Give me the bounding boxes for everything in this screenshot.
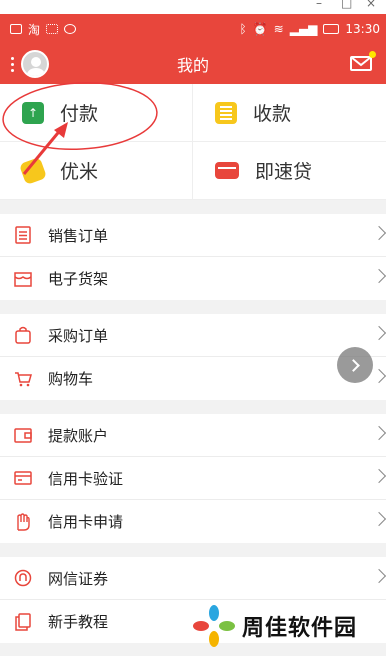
youmi-button[interactable]: 优米 xyxy=(0,142,193,200)
chevron-right-icon xyxy=(371,568,386,584)
list-item-label: 电子货架 xyxy=(48,270,109,288)
page-title: 我的 xyxy=(176,56,209,75)
chevron-right-icon xyxy=(371,511,386,527)
hand-icon xyxy=(14,512,32,531)
mail-icon[interactable] xyxy=(350,51,376,71)
chevron-right-icon xyxy=(371,468,386,484)
chevron-right-icon xyxy=(371,325,386,341)
list-item-withdraw-account[interactable]: 提款账户 xyxy=(0,414,386,457)
list-item-label: 新手教程 xyxy=(48,613,109,631)
receive-button[interactable]: 收款 xyxy=(193,84,386,142)
restore-window-icon[interactable]: □ xyxy=(341,0,352,10)
shopping-bag-icon xyxy=(14,326,32,344)
list-item-purchase-orders[interactable]: 采购订单 xyxy=(0,314,386,357)
alarm-icon: ⏰ xyxy=(252,22,268,36)
battery-icon xyxy=(323,24,340,34)
watermark-text: 周佳软件园 xyxy=(242,616,358,641)
list-item-card-verify[interactable]: 信用卡验证 xyxy=(0,457,386,500)
status-time: 13:30 xyxy=(345,22,380,36)
floating-next-button[interactable] xyxy=(337,347,373,383)
securities-icon xyxy=(14,569,32,587)
image-icon xyxy=(10,24,22,34)
chevron-right-icon xyxy=(371,425,386,441)
menu-section-orders: 销售订单 电子货架 xyxy=(0,214,386,300)
list-item-label: 提款账户 xyxy=(48,426,109,445)
list-item-label: 信用卡验证 xyxy=(48,469,124,488)
chevron-right-icon xyxy=(371,368,386,384)
loan-button[interactable]: 即速贷 xyxy=(193,142,386,200)
list-item-label: 信用卡申请 xyxy=(48,513,124,531)
status-bar: 淘 ᛒ ⏰ ≋ ▂▄▆ 13:30 xyxy=(0,14,386,44)
pay-button[interactable]: 付款 xyxy=(0,84,193,142)
chevron-right-icon xyxy=(371,268,386,284)
list-item-label: 购物车 xyxy=(48,370,94,388)
window-top-strip: – □ × xyxy=(0,0,386,14)
tutorial-icon xyxy=(14,612,32,631)
list-item-sales-orders[interactable]: 销售订单 xyxy=(0,214,386,257)
receive-icon xyxy=(215,101,237,124)
order-list-icon xyxy=(14,226,32,244)
cart-icon xyxy=(14,370,32,388)
payment-icon xyxy=(22,101,44,124)
pay-label: 付款 xyxy=(60,103,99,125)
menu-section-finance: 提款账户 信用卡验证 信用卡申请 xyxy=(0,414,386,543)
list-item-label: 网信证券 xyxy=(48,569,109,588)
receive-label: 收款 xyxy=(253,103,292,125)
list-item-cart[interactable]: 购物车 xyxy=(0,357,386,400)
list-item-e-shelf[interactable]: 电子货架 xyxy=(0,257,386,300)
menu-section-purchase: 采购订单 购物车 xyxy=(0,314,386,400)
chevron-right-icon xyxy=(347,358,360,372)
loan-card-icon xyxy=(215,162,239,179)
minimize-window-icon[interactable]: – xyxy=(316,0,322,10)
loan-label: 即速贷 xyxy=(255,161,313,183)
grid-icon xyxy=(46,24,59,34)
signal-icon: ▂▄▆ xyxy=(289,22,318,36)
list-item-label: 销售订单 xyxy=(48,226,109,245)
list-item-card-apply[interactable]: 信用卡申请 xyxy=(0,500,386,543)
chevron-right-icon xyxy=(371,225,386,241)
taobao-icon: 淘 xyxy=(28,22,41,37)
wallet-icon xyxy=(14,426,32,444)
shelf-icon xyxy=(14,270,32,288)
watermark-logo-icon xyxy=(193,605,235,647)
header-bar: 我的 xyxy=(0,44,386,84)
wifi-icon: ≋ xyxy=(273,22,284,36)
youmi-icon xyxy=(18,156,48,185)
quick-action-grid: 付款 收款 优米 即速贷 xyxy=(0,84,386,200)
list-item-securities[interactable]: 网信证券 xyxy=(0,557,386,600)
minus-circle-icon xyxy=(64,24,77,34)
credit-card-icon xyxy=(14,469,32,487)
mail-badge xyxy=(369,51,376,58)
close-window-icon[interactable]: × xyxy=(366,0,376,10)
list-item-label: 采购订单 xyxy=(48,326,109,345)
bluetooth-icon: ᛒ xyxy=(239,22,247,36)
watermark: 周佳软件园 xyxy=(192,604,357,648)
youmi-label: 优米 xyxy=(60,161,99,183)
